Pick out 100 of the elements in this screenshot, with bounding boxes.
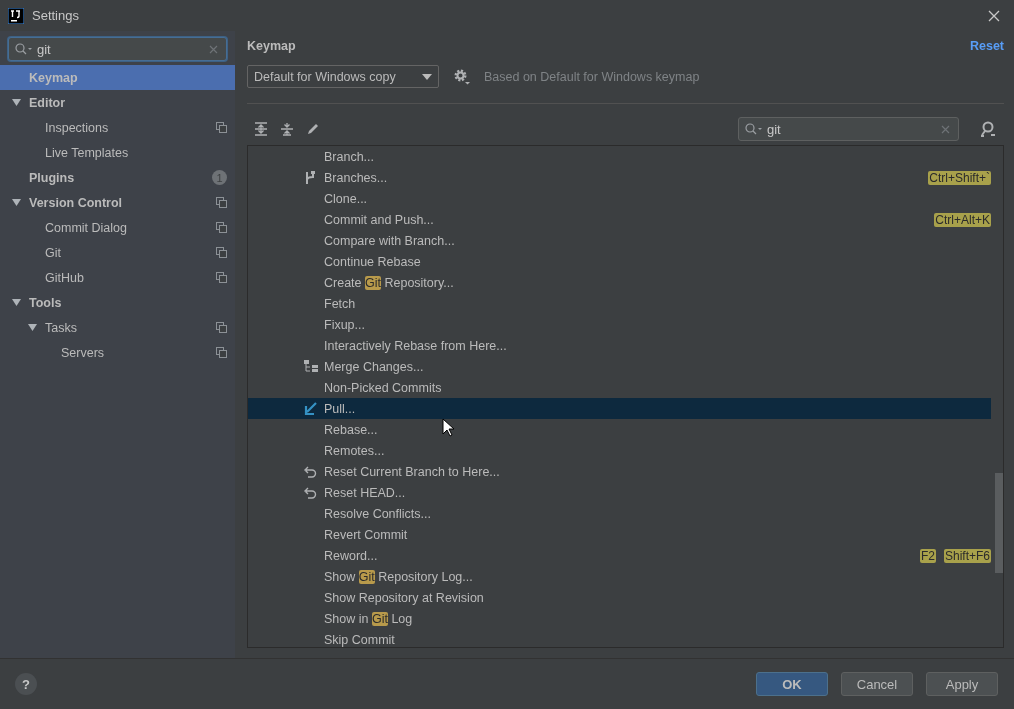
- search-field[interactable]: git: [738, 117, 959, 141]
- tree-item[interactable]: Live Templates: [0, 140, 235, 165]
- action-label: Compare with Branch...: [324, 233, 455, 248]
- app-logo-icon: [8, 7, 24, 24]
- action-label: Fixup...: [324, 317, 365, 332]
- action-label: Revert Commit: [324, 527, 408, 542]
- action-label: Rebase...: [324, 422, 378, 437]
- action-label: Branch...: [324, 149, 375, 164]
- shortcut-badge: Ctrl+Alt+K: [934, 212, 991, 227]
- action-row[interactable]: Branch...: [248, 146, 991, 167]
- action-row[interactable]: Rebase...: [248, 419, 991, 440]
- tree-label: Keymap: [29, 70, 78, 85]
- action-row[interactable]: Reset HEAD...: [248, 482, 991, 503]
- action-label: Resolve Conflicts...: [324, 506, 431, 521]
- action-row[interactable]: Fixup...: [248, 314, 991, 335]
- action-label: Commit and Push...: [324, 212, 434, 227]
- find-shortcut-icon[interactable]: [979, 121, 997, 137]
- action-label: Skip Commit: [324, 632, 395, 647]
- tree-label: Tools: [29, 295, 62, 310]
- arrow-icon: [304, 402, 317, 415]
- action-row[interactable]: Merge Changes...: [248, 356, 991, 377]
- action-label: Continue Rebase: [324, 254, 421, 269]
- action-row[interactable]: Commit and Push... Ctrl+Alt+K: [248, 209, 991, 230]
- action-label: Branches...: [324, 170, 388, 185]
- search-icon: [745, 123, 763, 135]
- tree-item[interactable]: Tasks: [0, 315, 235, 340]
- tree-item[interactable]: Version Control: [0, 190, 235, 215]
- reset-link[interactable]: Reset: [969, 39, 1004, 53]
- dialog-button[interactable]: Apply: [926, 672, 998, 696]
- based-on-text: Based on Default for Windows keymap: [484, 69, 700, 84]
- action-label: Merge Changes...: [324, 359, 424, 374]
- keymap-dropdown[interactable]: Default for Windows copy: [247, 65, 439, 88]
- action-label: Pull...: [324, 401, 356, 416]
- window-title: Settings: [32, 8, 79, 23]
- action-label: Reword...: [324, 548, 378, 563]
- shortcut-badge: Ctrl+Shift+`: [928, 170, 991, 185]
- help-button[interactable]: ?: [15, 673, 37, 695]
- tree-label: Servers: [61, 345, 105, 360]
- tree-label: Commit Dialog: [45, 220, 127, 235]
- tree-label: Inspections: [45, 120, 109, 135]
- action-row[interactable]: Interactively Rebase from Here...: [248, 335, 991, 356]
- tree-item[interactable]: Commit Dialog: [0, 215, 235, 240]
- scrollbar-thumb[interactable]: [995, 473, 1003, 573]
- action-row[interactable]: Reset Current Branch to Here...: [248, 461, 991, 482]
- pencil-icon[interactable]: [306, 122, 320, 136]
- action-label: Interactively Rebase from Here...: [324, 338, 507, 353]
- action-row[interactable]: Compare with Branch...: [248, 230, 991, 251]
- shortcut-badge: Shift+F6: [943, 548, 991, 563]
- action-label: Clone...: [324, 191, 368, 206]
- action-label: Reset HEAD...: [324, 485, 406, 500]
- action-label: Show Git Repository Log...: [324, 569, 473, 584]
- action-label: Show Repository at Revision: [324, 590, 484, 605]
- action-label: Show in Git Log: [324, 611, 413, 626]
- action-row[interactable]: Resolve Conflicts...: [248, 503, 991, 524]
- action-row[interactable]: Skip Commit: [248, 629, 991, 647]
- shortcut-badge: F2: [919, 548, 936, 563]
- close-icon[interactable]: [988, 9, 1000, 22]
- tree-item[interactable]: Servers: [0, 340, 235, 365]
- action-label: Create Git Repository...: [324, 275, 454, 290]
- action-row[interactable]: Remotes...: [248, 440, 991, 461]
- tree-label: Tasks: [45, 320, 77, 335]
- search-icon: [15, 43, 33, 55]
- tree-label: Live Templates: [45, 145, 129, 160]
- merge-icon: [304, 360, 319, 373]
- dialog-button[interactable]: OK: [756, 672, 828, 696]
- tree-item[interactable]: Editor: [0, 90, 235, 115]
- tree-label: Editor: [29, 95, 66, 110]
- action-row[interactable]: Create Git Repository...: [248, 272, 991, 293]
- action-label: Fetch: [324, 296, 356, 311]
- tree-item[interactable]: GitHub: [0, 265, 235, 290]
- action-row[interactable]: Show in Git Log: [248, 608, 991, 629]
- collapse-all-icon[interactable]: [280, 122, 294, 136]
- action-row[interactable]: Continue Rebase: [248, 251, 991, 272]
- gear-icon[interactable]: [453, 68, 470, 85]
- action-row[interactable]: Fetch: [248, 293, 991, 314]
- action-row[interactable]: Non-Picked Commits: [248, 377, 991, 398]
- tree-item[interactable]: Git: [0, 240, 235, 265]
- action-row[interactable]: Branches... Ctrl+Shift+`: [248, 167, 991, 188]
- tree-label: GitHub: [45, 270, 84, 285]
- action-row[interactable]: Show Repository at Revision: [248, 587, 991, 608]
- action-row[interactable]: Show Git Repository Log...: [248, 566, 991, 587]
- expand-all-icon[interactable]: [254, 122, 268, 136]
- action-row[interactable]: Clone...: [248, 188, 991, 209]
- search-field[interactable]: git: [8, 37, 227, 61]
- page-title: Keymap: [247, 39, 296, 53]
- tree-label: Git: [45, 245, 61, 260]
- tree-item[interactable]: Inspections: [0, 115, 235, 140]
- action-row[interactable]: Revert Commit: [248, 524, 991, 545]
- dialog-button[interactable]: Cancel: [841, 672, 913, 696]
- tree-item[interactable]: Tools: [0, 290, 235, 315]
- caret-icon: [422, 73, 432, 80]
- undo-icon: [304, 465, 317, 478]
- action-row[interactable]: Pull...: [248, 398, 991, 419]
- tree-label: Plugins: [29, 170, 75, 185]
- tree-label: Version Control: [29, 195, 123, 210]
- undo-icon: [304, 486, 317, 499]
- branch-icon: [304, 170, 316, 185]
- mouse-pointer-icon: [442, 418, 454, 437]
- action-label: Non-Picked Commits: [324, 380, 442, 395]
- action-row[interactable]: Reword... F2 Shift+F6: [248, 545, 991, 566]
